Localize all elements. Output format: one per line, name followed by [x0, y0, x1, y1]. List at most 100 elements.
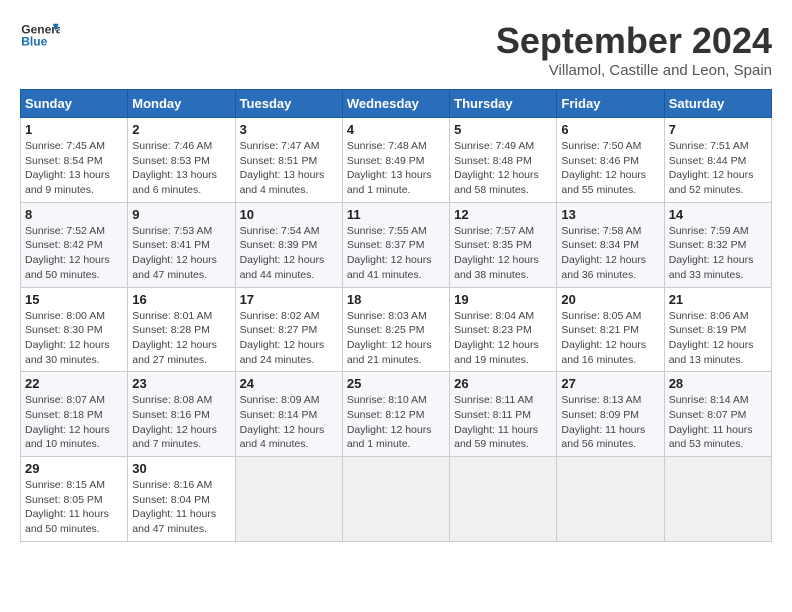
day-number: 20	[561, 292, 659, 307]
calendar-cell: 9 Sunrise: 7:53 AMSunset: 8:41 PMDayligh…	[128, 202, 235, 287]
day-number: 22	[25, 376, 123, 391]
day-number: 9	[132, 207, 230, 222]
calendar-cell	[342, 457, 449, 542]
logo: General Blue	[20, 20, 60, 50]
day-detail: Sunrise: 7:48 AMSunset: 8:49 PMDaylight:…	[347, 140, 432, 196]
calendar-body: 1 Sunrise: 7:45 AMSunset: 8:54 PMDayligh…	[21, 118, 772, 542]
day-number: 10	[240, 207, 338, 222]
day-detail: Sunrise: 7:49 AMSunset: 8:48 PMDaylight:…	[454, 140, 539, 196]
weekday-header-friday: Friday	[557, 90, 664, 118]
weekday-header-monday: Monday	[128, 90, 235, 118]
calendar-cell: 15 Sunrise: 8:00 AMSunset: 8:30 PMDaylig…	[21, 287, 128, 372]
day-detail: Sunrise: 7:58 AMSunset: 8:34 PMDaylight:…	[561, 225, 646, 281]
day-detail: Sunrise: 8:03 AMSunset: 8:25 PMDaylight:…	[347, 310, 432, 366]
day-detail: Sunrise: 7:57 AMSunset: 8:35 PMDaylight:…	[454, 225, 539, 281]
calendar-cell: 10 Sunrise: 7:54 AMSunset: 8:39 PMDaylig…	[235, 202, 342, 287]
calendar-week-5: 29 Sunrise: 8:15 AMSunset: 8:05 PMDaylig…	[21, 457, 772, 542]
day-number: 23	[132, 376, 230, 391]
calendar-cell	[664, 457, 771, 542]
calendar-cell	[450, 457, 557, 542]
calendar-cell: 18 Sunrise: 8:03 AMSunset: 8:25 PMDaylig…	[342, 287, 449, 372]
day-detail: Sunrise: 8:09 AMSunset: 8:14 PMDaylight:…	[240, 394, 325, 450]
day-number: 16	[132, 292, 230, 307]
day-number: 13	[561, 207, 659, 222]
day-detail: Sunrise: 8:16 AMSunset: 8:04 PMDaylight:…	[132, 479, 216, 535]
calendar-cell: 5 Sunrise: 7:49 AMSunset: 8:48 PMDayligh…	[450, 118, 557, 203]
day-detail: Sunrise: 8:00 AMSunset: 8:30 PMDaylight:…	[25, 310, 110, 366]
calendar-cell: 30 Sunrise: 8:16 AMSunset: 8:04 PMDaylig…	[128, 457, 235, 542]
day-number: 1	[25, 122, 123, 137]
calendar-cell: 12 Sunrise: 7:57 AMSunset: 8:35 PMDaylig…	[450, 202, 557, 287]
calendar-cell: 2 Sunrise: 7:46 AMSunset: 8:53 PMDayligh…	[128, 118, 235, 203]
calendar-cell: 13 Sunrise: 7:58 AMSunset: 8:34 PMDaylig…	[557, 202, 664, 287]
day-number: 19	[454, 292, 552, 307]
calendar-table: SundayMondayTuesdayWednesdayThursdayFrid…	[20, 89, 772, 542]
day-number: 18	[347, 292, 445, 307]
day-detail: Sunrise: 7:50 AMSunset: 8:46 PMDaylight:…	[561, 140, 646, 196]
calendar-cell: 1 Sunrise: 7:45 AMSunset: 8:54 PMDayligh…	[21, 118, 128, 203]
day-detail: Sunrise: 8:02 AMSunset: 8:27 PMDaylight:…	[240, 310, 325, 366]
day-number: 25	[347, 376, 445, 391]
weekday-header-thursday: Thursday	[450, 90, 557, 118]
day-number: 24	[240, 376, 338, 391]
calendar-cell: 29 Sunrise: 8:15 AMSunset: 8:05 PMDaylig…	[21, 457, 128, 542]
svg-text:Blue: Blue	[21, 35, 47, 49]
day-detail: Sunrise: 8:08 AMSunset: 8:16 PMDaylight:…	[132, 394, 217, 450]
day-detail: Sunrise: 7:59 AMSunset: 8:32 PMDaylight:…	[669, 225, 754, 281]
day-number: 2	[132, 122, 230, 137]
day-detail: Sunrise: 8:07 AMSunset: 8:18 PMDaylight:…	[25, 394, 110, 450]
calendar-cell: 14 Sunrise: 7:59 AMSunset: 8:32 PMDaylig…	[664, 202, 771, 287]
calendar-cell	[557, 457, 664, 542]
calendar-cell: 3 Sunrise: 7:47 AMSunset: 8:51 PMDayligh…	[235, 118, 342, 203]
calendar-header: SundayMondayTuesdayWednesdayThursdayFrid…	[21, 90, 772, 118]
calendar-cell: 27 Sunrise: 8:13 AMSunset: 8:09 PMDaylig…	[557, 372, 664, 457]
calendar-week-3: 15 Sunrise: 8:00 AMSunset: 8:30 PMDaylig…	[21, 287, 772, 372]
day-detail: Sunrise: 8:15 AMSunset: 8:05 PMDaylight:…	[25, 479, 109, 535]
calendar-cell	[235, 457, 342, 542]
calendar-cell: 22 Sunrise: 8:07 AMSunset: 8:18 PMDaylig…	[21, 372, 128, 457]
day-number: 21	[669, 292, 767, 307]
day-detail: Sunrise: 8:13 AMSunset: 8:09 PMDaylight:…	[561, 394, 645, 450]
calendar-week-4: 22 Sunrise: 8:07 AMSunset: 8:18 PMDaylig…	[21, 372, 772, 457]
calendar-cell: 17 Sunrise: 8:02 AMSunset: 8:27 PMDaylig…	[235, 287, 342, 372]
day-number: 15	[25, 292, 123, 307]
day-detail: Sunrise: 8:06 AMSunset: 8:19 PMDaylight:…	[669, 310, 754, 366]
day-number: 6	[561, 122, 659, 137]
day-detail: Sunrise: 7:53 AMSunset: 8:41 PMDaylight:…	[132, 225, 217, 281]
calendar-cell: 26 Sunrise: 8:11 AMSunset: 8:11 PMDaylig…	[450, 372, 557, 457]
calendar-cell: 19 Sunrise: 8:04 AMSunset: 8:23 PMDaylig…	[450, 287, 557, 372]
day-detail: Sunrise: 8:01 AMSunset: 8:28 PMDaylight:…	[132, 310, 217, 366]
day-detail: Sunrise: 7:51 AMSunset: 8:44 PMDaylight:…	[669, 140, 754, 196]
day-number: 7	[669, 122, 767, 137]
day-detail: Sunrise: 7:45 AMSunset: 8:54 PMDaylight:…	[25, 140, 110, 196]
day-detail: Sunrise: 7:52 AMSunset: 8:42 PMDaylight:…	[25, 225, 110, 281]
day-number: 29	[25, 461, 123, 476]
day-number: 12	[454, 207, 552, 222]
calendar-cell: 20 Sunrise: 8:05 AMSunset: 8:21 PMDaylig…	[557, 287, 664, 372]
day-detail: Sunrise: 8:14 AMSunset: 8:07 PMDaylight:…	[669, 394, 753, 450]
day-detail: Sunrise: 7:55 AMSunset: 8:37 PMDaylight:…	[347, 225, 432, 281]
calendar-cell: 11 Sunrise: 7:55 AMSunset: 8:37 PMDaylig…	[342, 202, 449, 287]
weekday-header-saturday: Saturday	[664, 90, 771, 118]
day-detail: Sunrise: 7:47 AMSunset: 8:51 PMDaylight:…	[240, 140, 325, 196]
calendar-cell: 24 Sunrise: 8:09 AMSunset: 8:14 PMDaylig…	[235, 372, 342, 457]
calendar-cell: 16 Sunrise: 8:01 AMSunset: 8:28 PMDaylig…	[128, 287, 235, 372]
calendar-cell: 23 Sunrise: 8:08 AMSunset: 8:16 PMDaylig…	[128, 372, 235, 457]
location: Villamol, Castille and Leon, Spain	[496, 62, 772, 79]
month-year: September 2024	[496, 20, 772, 62]
weekday-header-row: SundayMondayTuesdayWednesdayThursdayFrid…	[21, 90, 772, 118]
calendar-cell: 7 Sunrise: 7:51 AMSunset: 8:44 PMDayligh…	[664, 118, 771, 203]
day-detail: Sunrise: 8:05 AMSunset: 8:21 PMDaylight:…	[561, 310, 646, 366]
day-number: 27	[561, 376, 659, 391]
day-detail: Sunrise: 8:04 AMSunset: 8:23 PMDaylight:…	[454, 310, 539, 366]
calendar-cell: 21 Sunrise: 8:06 AMSunset: 8:19 PMDaylig…	[664, 287, 771, 372]
day-number: 26	[454, 376, 552, 391]
day-number: 30	[132, 461, 230, 476]
day-number: 4	[347, 122, 445, 137]
calendar-week-2: 8 Sunrise: 7:52 AMSunset: 8:42 PMDayligh…	[21, 202, 772, 287]
weekday-header-sunday: Sunday	[21, 90, 128, 118]
day-detail: Sunrise: 7:54 AMSunset: 8:39 PMDaylight:…	[240, 225, 325, 281]
calendar-cell: 4 Sunrise: 7:48 AMSunset: 8:49 PMDayligh…	[342, 118, 449, 203]
weekday-header-wednesday: Wednesday	[342, 90, 449, 118]
weekday-header-tuesday: Tuesday	[235, 90, 342, 118]
